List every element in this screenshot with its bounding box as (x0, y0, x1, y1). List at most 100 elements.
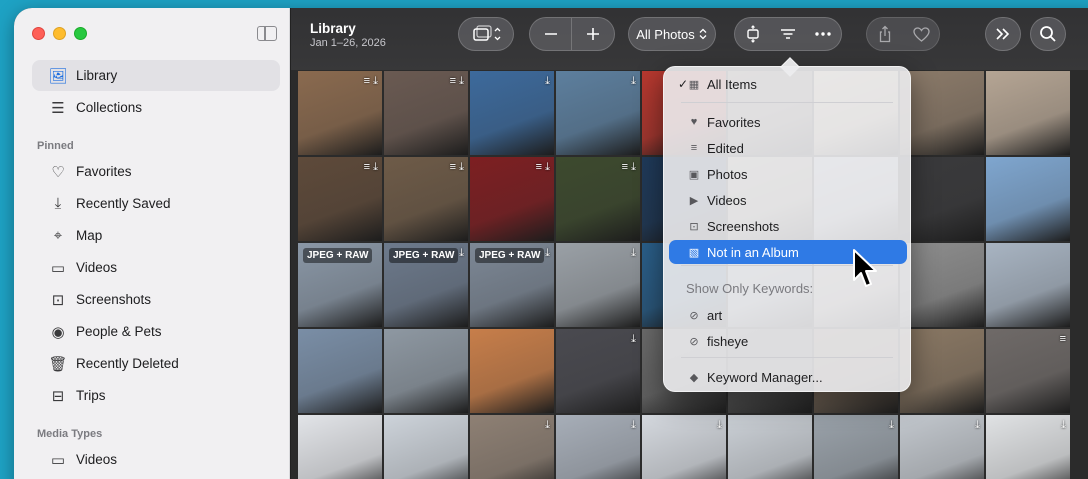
menu-item-label: Screenshots (707, 218, 780, 234)
view-mode-button[interactable] (458, 17, 514, 51)
photo-thumbnail[interactable] (986, 243, 1070, 327)
zoom-out-button[interactable] (530, 18, 573, 50)
photo-thumbnail[interactable]: ⤓ (556, 415, 640, 479)
photo-status-icons: ≡ (1059, 333, 1066, 345)
minimize-window-button[interactable] (53, 27, 66, 40)
menu-item-keyword-art[interactable]: ⊘ art (669, 303, 907, 327)
photo-status-icons: ⤓ (545, 75, 550, 87)
heart-icon: ♥ (690, 116, 698, 128)
sidebar-item-videos[interactable]: ▭ Videos (32, 252, 280, 283)
photo-thumbnail[interactable] (470, 329, 554, 413)
sidebar-item-label: Recently Deleted (76, 356, 179, 371)
screenshot-icon: ⊡ (51, 291, 65, 309)
photo-thumbnail[interactable]: ≡ ⤓ (384, 71, 468, 155)
photo-thumbnail[interactable] (900, 329, 984, 413)
photo-thumbnail[interactable]: JPEG + RAW ⤓ (470, 243, 554, 327)
sidebar-item-favorites[interactable]: ♡ Favorites (32, 156, 280, 187)
filter-label: All Photos (636, 26, 695, 42)
sidebar-item-videos[interactable]: ▭ Videos (32, 444, 280, 475)
photo-thumbnail[interactable] (986, 157, 1070, 241)
more-button[interactable] (806, 18, 841, 50)
sidebar-item-recently-deleted[interactable]: 🗑 Recently Deleted (32, 348, 280, 379)
menu-item-keyword-manager[interactable]: ◆ Keyword Manager... (669, 365, 907, 389)
zoom-in-button[interactable] (572, 18, 614, 50)
photo-thumbnail[interactable]: ≡ ⤓ (298, 71, 382, 155)
sidebar: 🖼 Library ☰ Collections Pinned ♡ Favorites ⤓ Rec… (14, 8, 290, 479)
map-icon: ⌖ (53, 227, 63, 244)
menu-item-videos[interactable]: ▶ Videos (669, 188, 907, 212)
photo-thumbnail[interactable]: ≡ ⤓ (384, 157, 468, 241)
filter-popup-button[interactable]: All Photos (628, 17, 716, 51)
sidebar-item-screenshots[interactable]: ⊡ Screenshots (32, 284, 280, 315)
zoom-window-button[interactable] (74, 27, 87, 40)
menu-item-edited[interactable]: ≡ Edited (669, 136, 907, 160)
photo-thumbnail[interactable] (900, 71, 984, 155)
photo-thumbnail[interactable] (986, 71, 1070, 155)
sidebar-item-recently-saved[interactable]: ⤓ Recently Saved (32, 188, 280, 219)
photo-status-icons: ≡ ⤓ (535, 161, 550, 173)
photo-thumbnail[interactable]: ⤓ (814, 415, 898, 479)
photo-thumbnail[interactable]: ⤓ (556, 243, 640, 327)
photo-thumbnail[interactable]: ≡ (986, 329, 1070, 413)
sidebar-item-library[interactable]: 🖼 Library (32, 60, 280, 91)
video-icon: ▭ (50, 451, 66, 469)
plus-icon (587, 28, 599, 40)
photo-status-icons: ⤓ (631, 247, 636, 259)
expand-toolbar-button[interactable] (985, 17, 1021, 51)
photo-thumbnail[interactable] (298, 415, 382, 479)
photo-thumbnail[interactable]: ⤓ (556, 329, 640, 413)
double-chevron-right-icon (996, 28, 1010, 40)
photo-thumbnail[interactable]: ⤓ (642, 415, 726, 479)
sidebar-item-trips[interactable]: ⊟ Trips (32, 380, 280, 411)
photo-thumbnail[interactable] (900, 243, 984, 327)
view-options-group (734, 17, 842, 51)
photo-thumbnail[interactable] (728, 415, 812, 479)
photo-stack-icon (473, 25, 501, 41)
menu-item-favorites[interactable]: ♥ Favorites (669, 110, 907, 134)
keywords-heading: Show Only Keywords: (686, 281, 814, 296)
menu-item-label: Videos (707, 192, 747, 208)
download-icon: ⤓ (54, 195, 62, 212)
video-icon: ▶ (689, 194, 699, 207)
aspect-ratio-button[interactable] (735, 18, 770, 50)
photo-status-icons: ≡ ⤓ (449, 75, 464, 87)
photo-thumbnail[interactable] (298, 329, 382, 413)
sidebar-item-people-pets[interactable]: ◉ People & Pets (32, 316, 280, 347)
photo-thumbnail[interactable] (900, 157, 984, 241)
sliders-icon: ≡ (690, 142, 698, 154)
share-button[interactable] (867, 18, 903, 50)
sidebar-item-collections[interactable]: ☰ Collections (32, 92, 280, 123)
sidebar-toggle-icon[interactable] (257, 26, 277, 41)
trash-icon: 🗑 (48, 355, 68, 373)
photo-thumbnail[interactable]: ⤓ (470, 71, 554, 155)
photo-thumbnail[interactable] (384, 329, 468, 413)
photo-thumbnail[interactable]: JPEG + RAW ⤓ (384, 243, 468, 327)
close-window-button[interactable] (32, 27, 45, 40)
menu-item-photos[interactable]: ▣ Photos (669, 162, 907, 186)
menu-item-all-items[interactable]: ✓ ▦ All Items (669, 72, 907, 96)
photo-thumbnail[interactable]: ≡ ⤓ (556, 157, 640, 241)
photo-thumbnail[interactable]: ⤓ (556, 71, 640, 155)
raw-badge: JPEG + RAW (389, 248, 459, 263)
keyword-tag-icon: ⊘ (689, 309, 699, 322)
menu-item-keyword-fisheye[interactable]: ⊘ fisheye (669, 329, 907, 353)
photo-thumbnail[interactable]: ⤓ (900, 415, 984, 479)
photo-thumbnail[interactable]: ⤓ (470, 415, 554, 479)
video-icon: ▭ (50, 259, 66, 277)
menu-item-screenshots[interactable]: ⊡ Screenshots (669, 214, 907, 238)
page-title: Library (310, 21, 356, 36)
share-favorite-group (866, 17, 940, 51)
menu-item-label: fisheye (707, 333, 749, 349)
sidebar-item-map[interactable]: ⌖ Map (32, 220, 280, 251)
photo-thumbnail[interactable] (384, 415, 468, 479)
photo-thumbnail[interactable]: ≡ ⤓ (470, 157, 554, 241)
photo-thumbnail[interactable]: ≡ ⤓ (298, 157, 382, 241)
checkmark-icon: ✓ (678, 77, 689, 91)
sidebar-item-label: Screenshots (76, 292, 152, 307)
photo-thumbnail[interactable]: JPEG + RAW (298, 243, 382, 327)
share-icon (879, 25, 891, 43)
favorite-button[interactable] (903, 18, 939, 50)
search-button[interactable] (1030, 17, 1066, 51)
filter-button[interactable] (770, 18, 805, 50)
photo-thumbnail[interactable]: ⤓ (986, 415, 1070, 479)
